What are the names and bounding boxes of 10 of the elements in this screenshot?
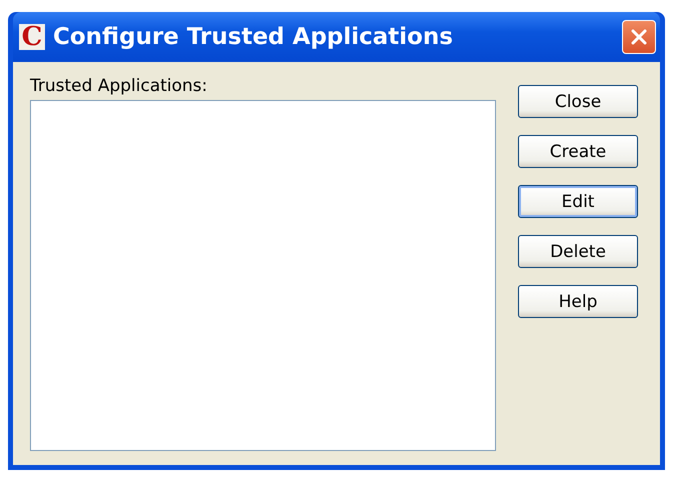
dialog-button[interactable]: Create — [518, 135, 638, 168]
app-logo-icon: C — [19, 24, 45, 50]
dialog-button[interactable]: Help — [518, 285, 638, 318]
close-icon — [629, 27, 649, 47]
close-button[interactable] — [622, 20, 656, 54]
dialog-button[interactable]: Close — [518, 85, 638, 118]
window-title: Configure Trusted Applications — [53, 24, 454, 50]
dialog-button[interactable]: Delete — [518, 235, 638, 268]
list-label: Trusted Applications: — [30, 76, 208, 96]
dialog-button[interactable]: Edit — [518, 185, 638, 218]
